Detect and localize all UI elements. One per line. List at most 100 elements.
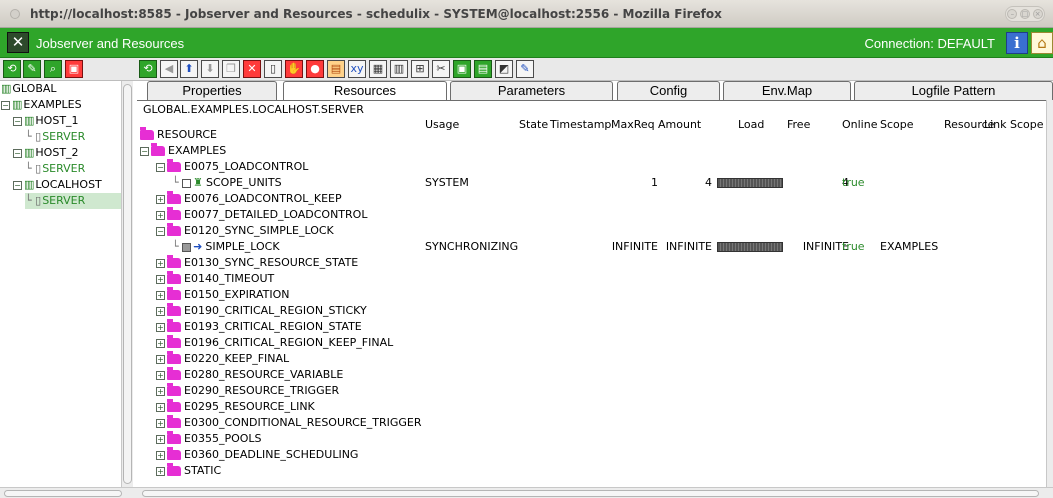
- horizontal-scrollbar[interactable]: [0, 487, 1053, 498]
- tree-expander-icon[interactable]: +: [156, 434, 165, 444]
- table-row[interactable]: + E0140_TIMEOUT: [137, 271, 1046, 287]
- tab-config[interactable]: Config: [617, 81, 720, 100]
- table-row[interactable]: − E0120_SYNC_SIMPLE_LOCK: [137, 223, 1046, 239]
- tree-expander-icon[interactable]: +: [156, 194, 165, 204]
- main-hscroll-thumb[interactable]: [142, 490, 1039, 497]
- tree-expander-icon[interactable]: −: [13, 180, 22, 190]
- delete-icon[interactable]: ✕: [243, 60, 261, 78]
- up-icon[interactable]: ⬆: [180, 60, 198, 78]
- server-group-icon: ▥: [12, 98, 23, 111]
- new-document-icon[interactable]: ▯: [264, 60, 282, 78]
- tree-node[interactable]: − ▥EXAMPLES: [1, 97, 121, 113]
- table-row[interactable]: + E0355_POOLS: [137, 431, 1046, 447]
- table-row[interactable]: − E0075_LOADCONTROL: [137, 159, 1046, 175]
- lock-tree-icon[interactable]: ▣: [65, 60, 83, 78]
- tab-logfilepattern[interactable]: Logfile Pattern: [854, 81, 1053, 100]
- left-scrollbar[interactable]: [121, 81, 133, 487]
- table-row[interactable]: + E0196_CRITICAL_REGION_KEEP_FINAL: [137, 335, 1046, 351]
- tree-expander-icon[interactable]: +: [156, 338, 165, 348]
- tree-expander-icon[interactable]: +: [156, 290, 165, 300]
- save-icon[interactable]: ⬇: [201, 60, 219, 78]
- tab-envmap[interactable]: Env.Map: [723, 81, 851, 100]
- search-tree-icon[interactable]: ⌕: [44, 60, 62, 78]
- resource-name: E0120_SYNC_SIMPLE_LOCK: [184, 224, 334, 237]
- tree-node[interactable]: − ▥HOST_1: [13, 113, 121, 129]
- tree-expander-icon[interactable]: −: [140, 146, 149, 156]
- tree-expander-icon[interactable]: −: [1, 100, 10, 110]
- stop-hand-icon[interactable]: ✋: [285, 60, 303, 78]
- table-row[interactable]: + E0360_DEADLINE_SCHEDULING: [137, 447, 1046, 463]
- record-icon[interactable]: ●: [306, 60, 324, 78]
- info-button[interactable]: i: [1006, 32, 1028, 54]
- minimize-icon[interactable]: –: [1007, 9, 1018, 19]
- table-row[interactable]: + E0130_SYNC_RESOURCE_STATE: [137, 255, 1046, 271]
- tree-expander-icon[interactable]: +: [156, 402, 165, 412]
- table-row[interactable]: + E0077_DETAILED_LOADCONTROL: [137, 207, 1046, 223]
- table-row[interactable]: + E0290_RESOURCE_TRIGGER: [137, 383, 1046, 399]
- tree-expander-icon[interactable]: +: [156, 386, 165, 396]
- table-row[interactable]: + E0295_RESOURCE_LINK: [137, 399, 1046, 415]
- tree-expander-icon[interactable]: −: [13, 148, 22, 158]
- table-row[interactable]: + E0150_EXPIRATION: [137, 287, 1046, 303]
- tree-node[interactable]: ▥GLOBAL: [1, 81, 121, 97]
- table-row[interactable]: + STATIC: [137, 463, 1046, 479]
- tree-expander-icon[interactable]: +: [156, 418, 165, 428]
- window-menu-icon[interactable]: [10, 9, 20, 19]
- chart-icon[interactable]: ▤: [327, 60, 345, 78]
- copy-icon[interactable]: ❐: [222, 60, 240, 78]
- tree-expander-icon[interactable]: −: [13, 116, 22, 126]
- edit-icon[interactable]: ✎: [516, 60, 534, 78]
- tab-resources[interactable]: Resources: [283, 81, 447, 101]
- clipboard-icon[interactable]: ▤: [474, 60, 492, 78]
- tree-expander-icon[interactable]: +: [156, 210, 165, 220]
- checkbox-icon[interactable]: [182, 242, 192, 252]
- tree-line-icon: └: [25, 130, 36, 143]
- scissors-icon[interactable]: ✂: [432, 60, 450, 78]
- tree-expander-icon[interactable]: +: [156, 466, 165, 476]
- table-icon[interactable]: ⊞: [411, 60, 429, 78]
- tree-expander-icon[interactable]: +: [156, 450, 165, 460]
- back-icon[interactable]: ◀: [160, 60, 178, 78]
- tree-node[interactable]: − ▥LOCALHOST: [13, 177, 121, 193]
- xy-icon[interactable]: xy: [348, 60, 366, 78]
- new-tree-item-icon[interactable]: ✎: [23, 60, 41, 78]
- tree-expander-icon[interactable]: +: [156, 258, 165, 268]
- maximize-icon[interactable]: □: [1019, 9, 1030, 19]
- tree-expander-icon[interactable]: +: [156, 274, 165, 284]
- select-icon[interactable]: ◩: [495, 60, 513, 78]
- resource-name: E0300_CONDITIONAL_RESOURCE_TRIGGER: [184, 416, 422, 429]
- close-icon[interactable]: ×: [1032, 9, 1043, 19]
- folder-icon: [167, 447, 181, 460]
- grid-icon[interactable]: ▦: [369, 60, 387, 78]
- tree-expander-icon[interactable]: +: [156, 322, 165, 332]
- refresh-icon[interactable]: ⟲: [139, 60, 157, 78]
- tab-parameters[interactable]: Parameters: [450, 81, 613, 100]
- left-hscroll-thumb[interactable]: [4, 490, 122, 497]
- table-row[interactable]: + E0220_KEEP_FINAL: [137, 351, 1046, 367]
- tree-expander-icon[interactable]: −: [156, 162, 165, 172]
- table-row[interactable]: + E0076_LOADCONTROL_KEEP: [137, 191, 1046, 207]
- tree-expander-icon[interactable]: +: [156, 306, 165, 316]
- tree-node[interactable]: └ ▯SERVER: [25, 129, 121, 145]
- paste-icon[interactable]: ▣: [453, 60, 471, 78]
- table-row[interactable]: + E0190_CRITICAL_REGION_STICKY: [137, 303, 1046, 319]
- home-button[interactable]: ⌂: [1031, 32, 1053, 54]
- layout-icon[interactable]: ▥: [390, 60, 408, 78]
- refresh-tree-icon[interactable]: ⟲: [3, 60, 21, 78]
- table-row[interactable]: − EXAMPLES: [137, 143, 1046, 159]
- vertical-scrollbar[interactable]: [1046, 100, 1053, 487]
- checkbox-icon[interactable]: [182, 178, 192, 188]
- table-row[interactable]: RESOURCE: [137, 127, 1046, 143]
- tree-expander-icon[interactable]: +: [156, 354, 165, 364]
- table-row[interactable]: + E0193_CRITICAL_REGION_STATE: [137, 319, 1046, 335]
- table-row[interactable]: └ ➜ SIMPLE_LOCK SYNCHRONIZING INFINITE INFIN…: [137, 239, 1046, 255]
- table-row[interactable]: + E0280_RESOURCE_VARIABLE: [137, 367, 1046, 383]
- tab-properties[interactable]: Properties: [147, 81, 277, 100]
- table-row[interactable]: + E0300_CONDITIONAL_RESOURCE_TRIGGER: [137, 415, 1046, 431]
- tree-node[interactable]: └ ▯SERVER: [25, 193, 121, 209]
- tree-node[interactable]: − ▥HOST_2: [13, 145, 121, 161]
- tree-expander-icon[interactable]: +: [156, 370, 165, 380]
- tree-expander-icon[interactable]: −: [156, 226, 165, 236]
- tree-node[interactable]: └ ▯SERVER: [25, 161, 121, 177]
- table-row[interactable]: └ ♜ SCOPE_UNITS SYSTEM 1 4 4 true: [137, 175, 1046, 191]
